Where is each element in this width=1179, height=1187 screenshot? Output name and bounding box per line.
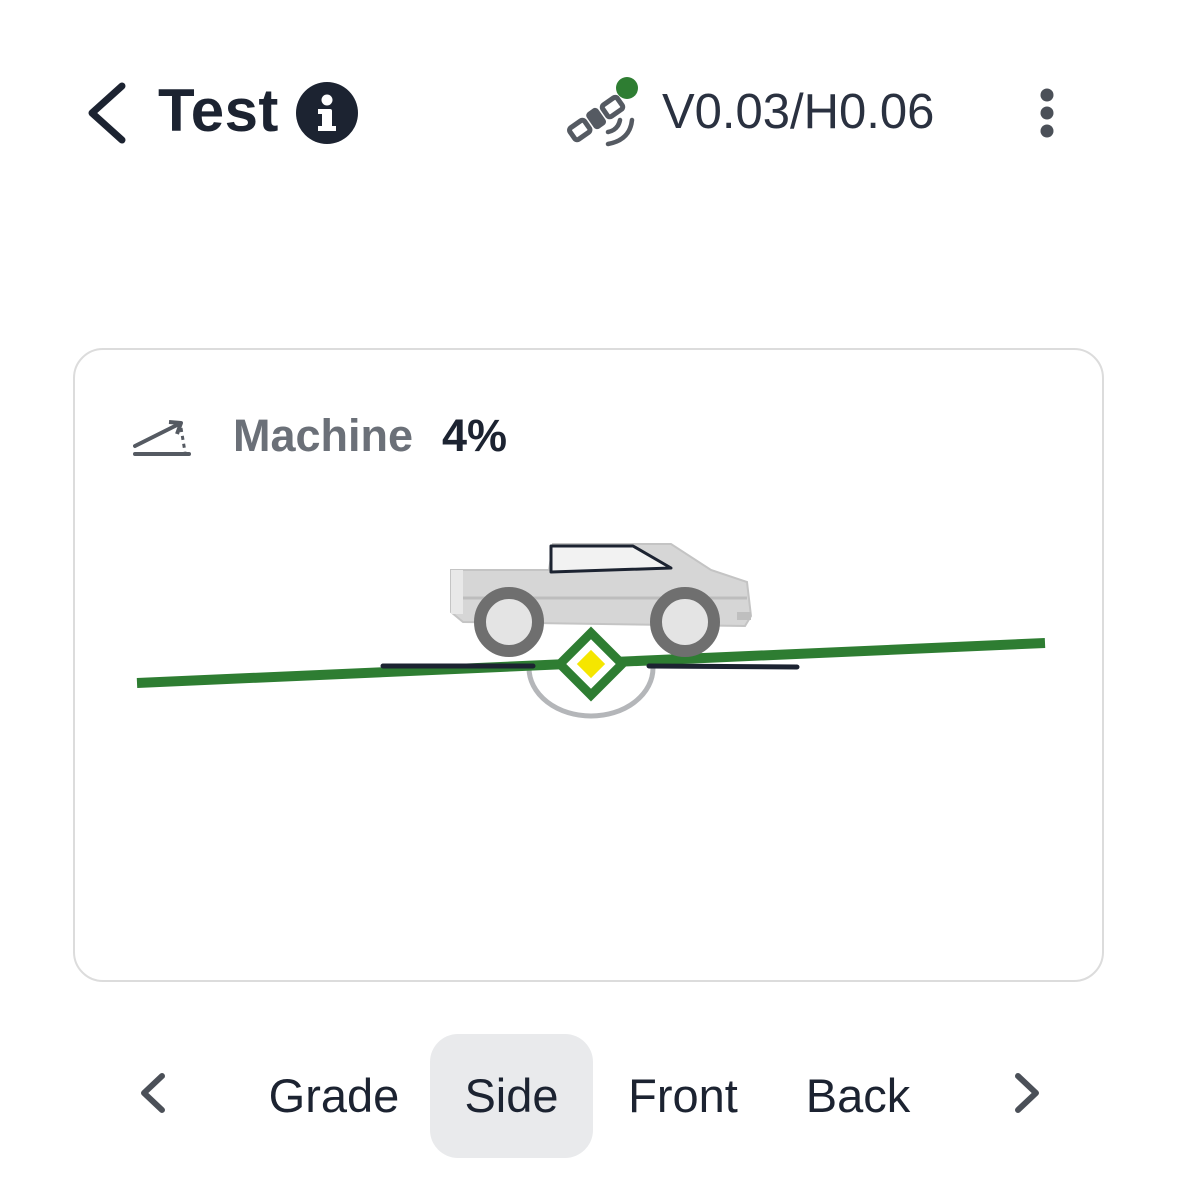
info-icon [318, 94, 336, 131]
tabs-prev-button[interactable] [134, 1068, 174, 1118]
machine-reference-right [646, 663, 800, 670]
gnss-accuracy: V0.03/H0.06 [662, 85, 935, 139]
truck-icon [450, 543, 753, 657]
target-marker [553, 626, 629, 702]
back-button[interactable] [78, 78, 138, 148]
tabs-next-button[interactable] [1006, 1068, 1046, 1118]
tab-grade[interactable]: Grade [258, 1034, 410, 1158]
view-tabs: Grade Side Front Back [0, 1030, 1179, 1160]
machine-side-view-card: Machine 4% [73, 348, 1104, 982]
tab-front[interactable]: Front [610, 1034, 756, 1158]
more-vertical-icon [1040, 88, 1054, 138]
tab-side[interactable]: Side [430, 1034, 593, 1158]
tab-back[interactable]: Back [792, 1034, 924, 1158]
chevron-left-icon [141, 1073, 165, 1113]
page-title: Test [158, 77, 279, 144]
more-menu-button[interactable] [1022, 82, 1072, 144]
app-header: Test V0.03/H0.06 [0, 0, 1179, 230]
gnss-status-dot [616, 77, 638, 99]
side-view-scene [136, 543, 1046, 719]
info-button[interactable] [296, 82, 358, 144]
chevron-left-icon [88, 82, 126, 144]
chevron-right-icon [1015, 1073, 1039, 1113]
satellite-icon[interactable] [558, 72, 644, 152]
